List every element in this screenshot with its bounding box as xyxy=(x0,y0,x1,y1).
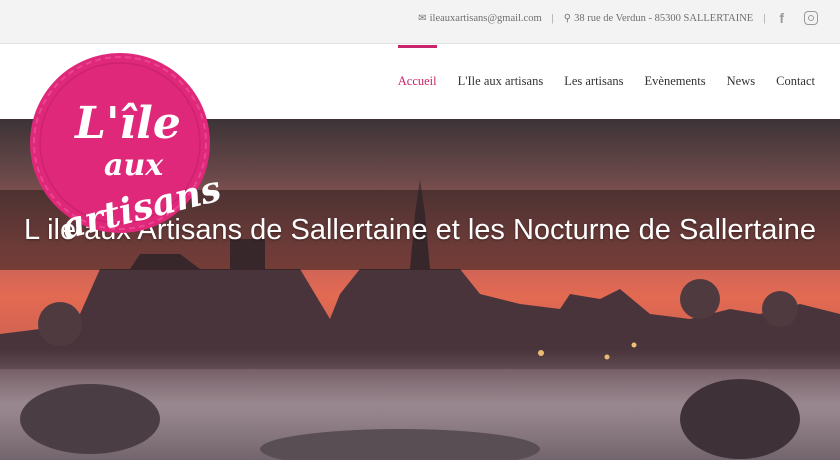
logo-text-line2: aux xyxy=(104,148,164,183)
envelope-icon: ✉ xyxy=(418,12,427,24)
nav-item-les-artisans[interactable]: Les artisans xyxy=(564,45,623,119)
main-nav: Accueil L'Ile aux artisans Les artisans … xyxy=(377,45,815,119)
logo-badge-icon: L'île aux artisans xyxy=(30,53,225,248)
email-link[interactable]: ileauxartisans@gmail.com xyxy=(430,13,542,24)
map-marker-icon: ⚲ xyxy=(563,12,572,24)
social-links: f xyxy=(775,10,818,26)
logo-text-line1: L'île xyxy=(73,98,181,149)
nav-item-evenements[interactable]: Evènements xyxy=(645,45,706,119)
facebook-icon[interactable]: f xyxy=(779,10,784,26)
top-bar: ✉ ileauxartisans@gmail.com | ⚲ 38 rue de… xyxy=(0,0,840,44)
separator: | xyxy=(763,12,766,24)
separator: | xyxy=(551,12,554,24)
nav-item-news[interactable]: News xyxy=(727,45,755,119)
nav-item-ile-aux-artisans[interactable]: L'Ile aux artisans xyxy=(458,45,544,119)
address-text: 38 rue de Verdun - 85300 SALLERTAINE xyxy=(574,12,754,24)
nav-item-contact[interactable]: Contact xyxy=(776,45,815,119)
instagram-icon[interactable] xyxy=(804,11,818,25)
nav-item-accueil[interactable]: Accueil xyxy=(397,45,437,119)
site-logo[interactable]: L'île aux artisans xyxy=(20,48,240,248)
contact-info: ✉ ileauxartisans@gmail.com | ⚲ 38 rue de… xyxy=(418,10,818,26)
